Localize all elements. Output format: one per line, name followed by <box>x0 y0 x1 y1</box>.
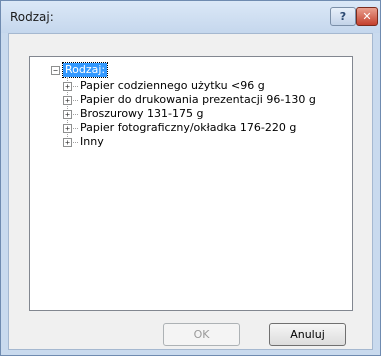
dialog-client-area: − Rodzaj: + Papier codziennego użytku <9… <box>8 33 373 350</box>
expand-icon[interactable]: + <box>63 96 72 105</box>
tree-item-brochure-paper[interactable]: Broszurowy 131-175 g <box>80 107 204 121</box>
tree-connector <box>73 86 78 87</box>
expand-icon[interactable]: + <box>63 110 72 119</box>
expand-icon[interactable]: + <box>63 124 72 133</box>
cancel-button[interactable]: Anuluj <box>269 323 346 346</box>
tree-item-presentation-paper[interactable]: Papier do drukowania prezentacji 96-130 … <box>80 93 316 107</box>
tree-connector <box>73 142 78 143</box>
tree-connector <box>73 100 78 101</box>
help-icon: ? <box>339 10 347 23</box>
close-button[interactable]: ✕ <box>356 7 378 26</box>
dialog-window: Rodzaj: ? ✕ − Rodzaj: + Papier codzienne… <box>0 0 381 356</box>
tree-item-everyday-paper[interactable]: Papier codziennego użytku <96 g <box>80 79 265 93</box>
help-button[interactable]: ? <box>330 7 356 26</box>
expand-icon[interactable]: + <box>63 82 72 91</box>
window-title: Rodzaj: <box>10 10 54 24</box>
expand-icon[interactable]: + <box>63 138 72 147</box>
collapse-icon[interactable]: − <box>51 66 60 75</box>
tree-connector <box>73 128 78 129</box>
tree-connector <box>73 114 78 115</box>
ok-button[interactable]: OK <box>163 323 240 346</box>
tree-root-item[interactable]: Rodzaj: <box>61 62 109 78</box>
tree-item-other[interactable]: Inny <box>80 135 104 149</box>
close-icon: ✕ <box>362 10 372 23</box>
paper-type-tree[interactable]: − Rodzaj: + Papier codziennego użytku <9… <box>29 56 353 311</box>
title-bar[interactable]: Rodzaj: ? ✕ <box>1 1 380 33</box>
tree-item-photo-cover-paper[interactable]: Papier fotograficzny/okładka 176-220 g <box>80 121 296 135</box>
